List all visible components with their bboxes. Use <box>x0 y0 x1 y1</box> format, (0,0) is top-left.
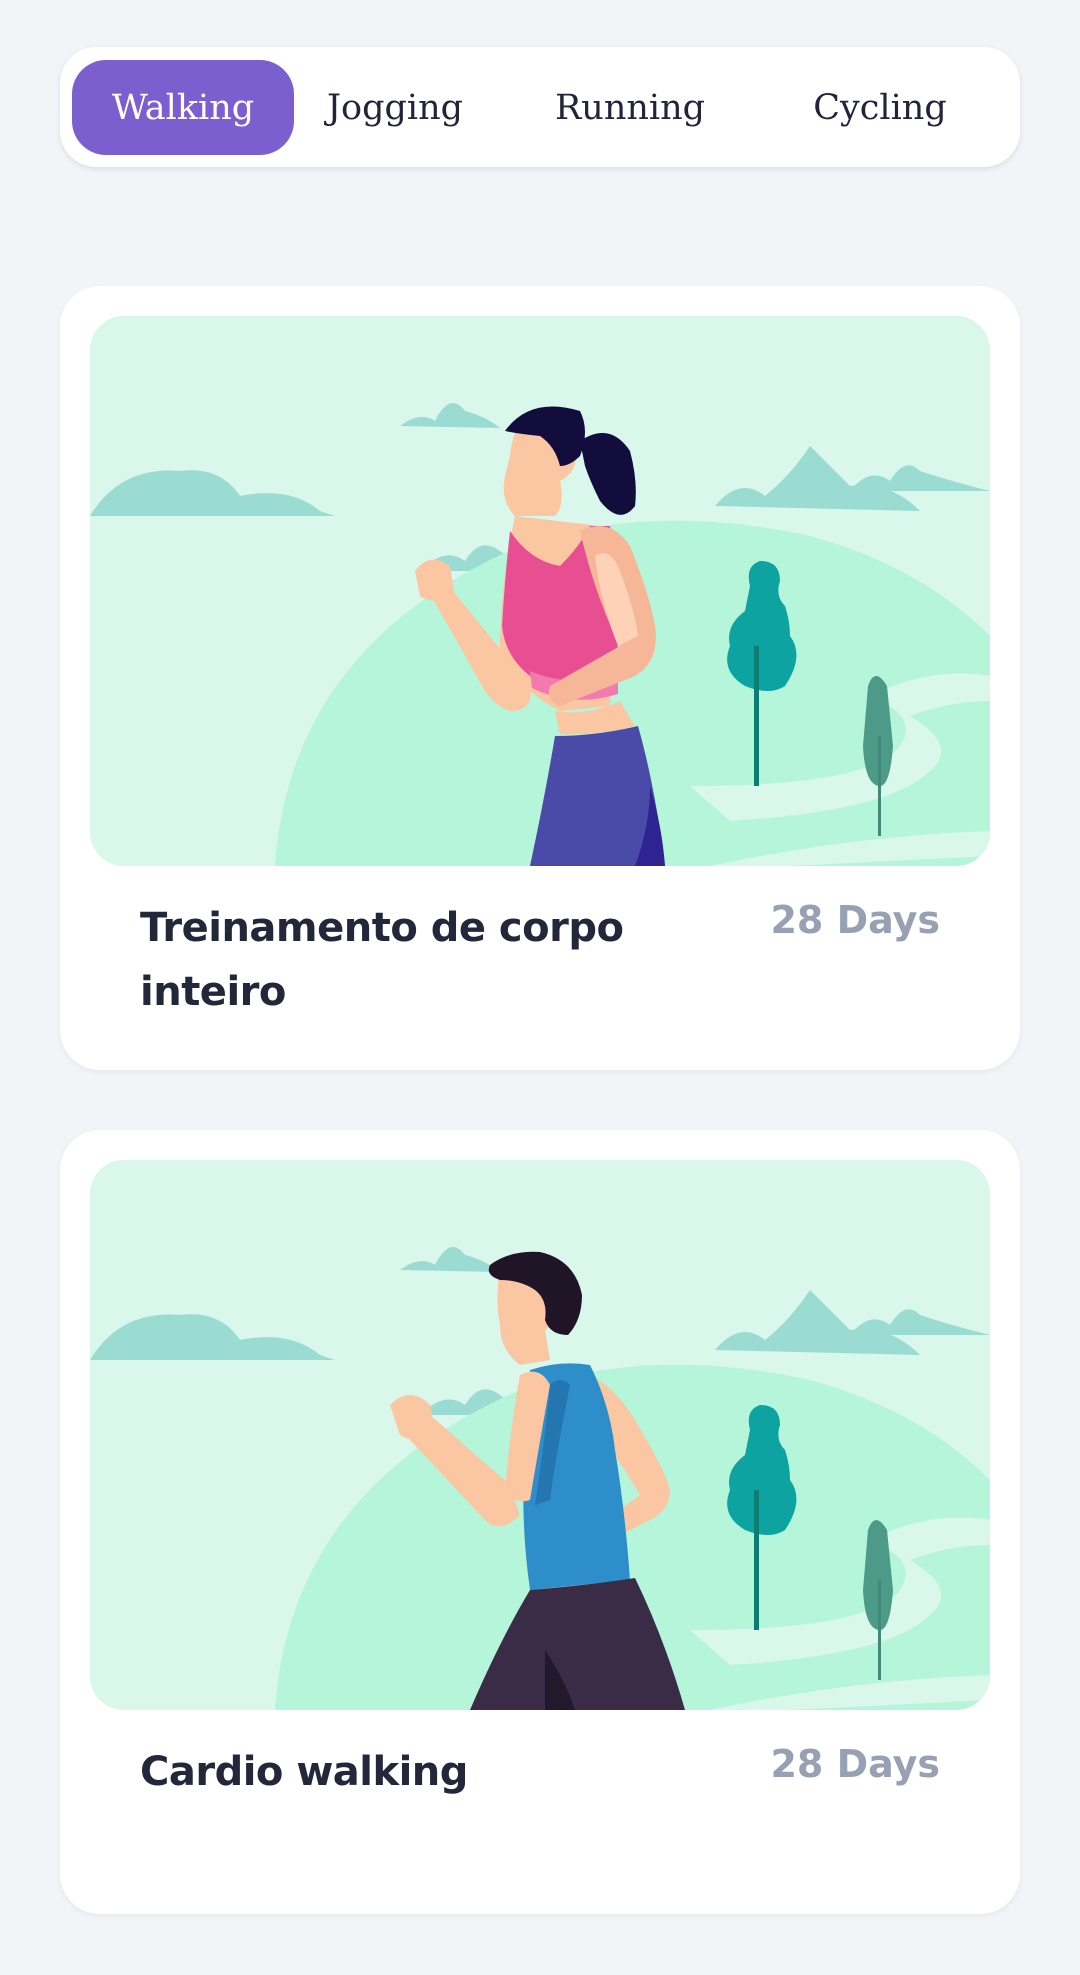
tab-cycling[interactable]: Cycling <box>780 60 980 155</box>
program-duration: 28 Days <box>770 898 940 942</box>
program-title: Cardio walking <box>140 1749 468 1795</box>
woman-jogging-illustration <box>90 316 990 866</box>
activity-tab-bar: Walking Jogging Running Cycling <box>60 47 1020 167</box>
program-title: Treinamento de corpo inteiro <box>140 905 624 1015</box>
tab-jogging[interactable]: Jogging <box>305 60 485 155</box>
program-card[interactable]: Treinamento de corpo inteiro 28 Days <box>60 286 1020 1070</box>
man-walking-illustration <box>90 1160 990 1710</box>
tab-walking[interactable]: Walking <box>72 60 294 155</box>
program-card[interactable]: Cardio walking 28 Days <box>60 1130 1020 1914</box>
tab-running[interactable]: Running <box>540 60 720 155</box>
program-duration: 28 Days <box>770 1742 940 1786</box>
